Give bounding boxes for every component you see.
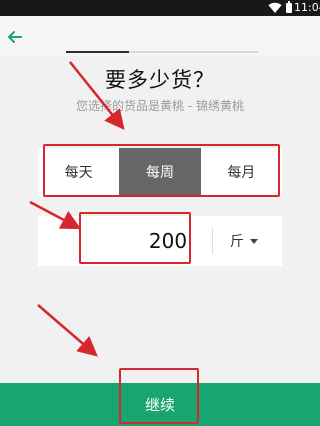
- page-title: 要多少货？: [105, 68, 215, 92]
- caret-down-icon: [250, 238, 258, 244]
- frequency-selector: 每天 每周 每月: [38, 148, 282, 196]
- page-subtitle: 您选择的货品是黄桃 - 锦绣黄桃: [76, 99, 244, 113]
- app-bar: [0, 16, 320, 56]
- status-time: 11:04: [294, 1, 320, 14]
- battery-icon: [286, 1, 292, 13]
- arrow-left-icon[interactable]: [6, 28, 24, 46]
- frequency-option-monthly[interactable]: 每月: [201, 148, 282, 196]
- status-bar: 11:04: [0, 0, 320, 16]
- quantity-row: 200 斤: [38, 216, 282, 266]
- frequency-option-daily[interactable]: 每天: [38, 148, 119, 196]
- unit-dropdown[interactable]: 斤: [230, 216, 258, 266]
- frequency-option-weekly[interactable]: 每周: [119, 148, 201, 196]
- step-progress: [66, 51, 258, 53]
- continue-button[interactable]: 继续: [0, 383, 320, 426]
- annotation-arrow-continue: [37, 304, 98, 357]
- quantity-input[interactable]: 200: [118, 216, 218, 266]
- divider: [212, 228, 213, 254]
- continue-label: 继续: [144, 396, 175, 414]
- wifi-icon: [268, 2, 282, 14]
- unit-label: 斤: [230, 234, 244, 250]
- step-progress-fill: [66, 51, 130, 53]
